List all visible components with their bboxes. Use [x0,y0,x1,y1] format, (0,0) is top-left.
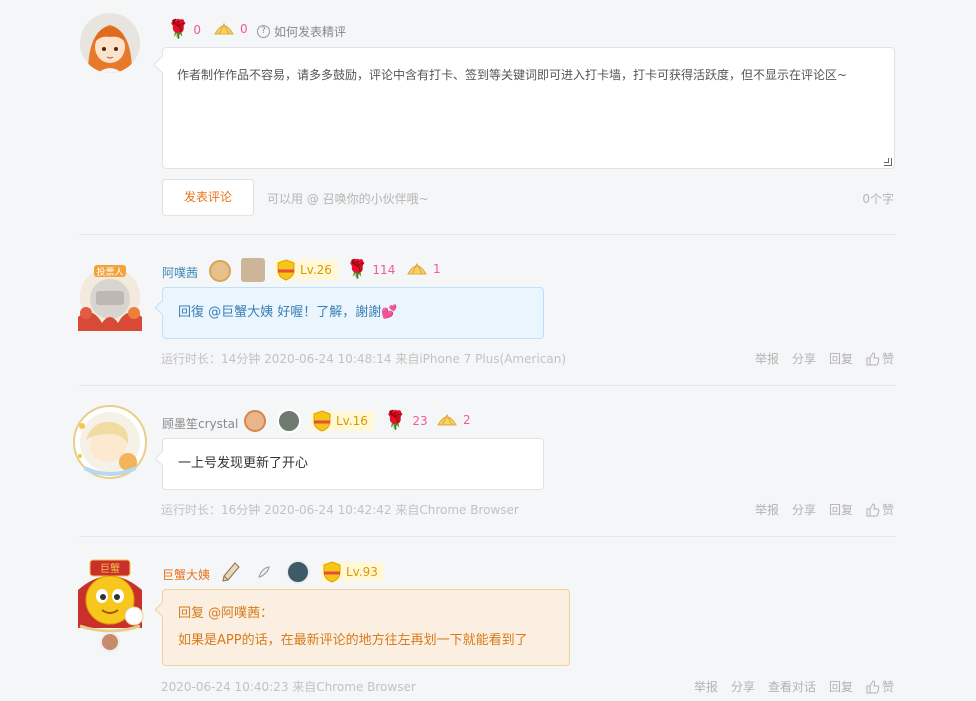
level-text: Lv.26 [300,263,332,277]
comment-meta: 运行时长：16分钟 2020-06-24 10:42:42 来自Chrome B… [161,503,519,517]
view-conversation-button[interactable]: 查看对话 [768,678,816,695]
like-label: 赞 [881,352,894,366]
comment-meta: 运行时长：14分钟 2020-06-24 10:48:14 来自iPhone 7… [161,352,567,366]
help-link[interactable]: ? 如何发表精评 [257,23,346,40]
shell-stat: 2 [436,411,471,429]
medal-badge-icon[interactable] [209,260,231,282]
comment-text: 回復 @巨蟹大姨 好喔！了解，謝謝💕 [178,305,398,320]
portrait-badge-icon[interactable] [286,560,310,584]
reply-button[interactable]: 回复 [829,350,853,367]
comment-bubble: 回复 @阿噗茜： 如果是APP的话，在最新评论的地方往左再划一下就能看到了 [162,589,570,666]
flower-stat: 🌹 23 [384,411,428,431]
rose-icon: 🌹 [384,410,407,431]
comment-text: 如果是APP的话，在最新评论的地方往左再划一下就能看到了 [178,633,528,648]
shell-icon [407,262,427,275]
resize-handle-icon[interactable] [884,158,892,166]
post-comment-button[interactable]: 发表评论 [162,179,254,216]
mention-hint: 可以用 @ 召唤你的小伙伴哦~ [267,192,429,206]
char-count: 0个字 [862,192,894,206]
report-button[interactable]: 举报 [694,678,718,695]
shell-icon [214,22,234,35]
flower-count: 23 [412,414,428,428]
level-badge: Lv.16 [310,410,374,432]
comment-bubble: 回復 @巨蟹大姨 好喔！了解，謝謝💕 [162,287,544,339]
comment-text: 一上号发现更新了开心 [178,456,309,471]
share-button[interactable]: 分享 [792,350,816,367]
medal-badge-icon[interactable] [244,410,266,432]
comment-username[interactable]: 顾墨笙crystal [162,415,238,432]
level-text: Lv.16 [336,414,368,428]
level-badge: Lv.93 [320,561,384,583]
svg-text:投票人: 投票人 [96,266,123,278]
thumbs-up-icon [866,679,880,693]
flower-count: 0 [193,23,202,37]
comment-bubble: 一上号发现更新了开心 [162,438,544,490]
flower-stat: 🌹 114 [346,260,395,280]
like-label: 赞 [881,680,894,694]
level-shield-icon [313,410,331,432]
like-button[interactable]: 赞 [866,350,894,367]
question-icon: ? [257,25,270,38]
like-label: 赞 [881,503,894,517]
reply-header: 回复 @阿噗茜： [178,606,274,621]
comment-meta: 2020-06-24 10:40:23 来自Chrome Browser [161,680,416,694]
shell-stat: 0 [213,20,248,38]
comment-username[interactable]: 巨蟹大姨 [162,566,210,583]
comment-avatar[interactable] [72,404,148,480]
reply-button[interactable]: 回复 [829,678,853,695]
shell-count: 2 [463,413,471,427]
comment-avatar[interactable]: 投票人 [72,257,148,333]
svg-text:巨蟹: 巨蟹 [100,562,120,575]
report-button[interactable]: 举报 [755,501,779,518]
portrait-badge-icon[interactable] [277,409,301,433]
shell-icon [437,413,457,426]
shell-count: 1 [433,262,441,276]
like-button[interactable]: 赞 [866,678,894,695]
flower-count: 114 [372,263,396,277]
comment-actions: 举报 分享 回复 赞 [755,350,894,367]
level-text: Lv.93 [346,565,378,579]
divider [79,385,895,386]
divider [79,234,895,235]
share-button[interactable]: 分享 [731,678,755,695]
rose-icon: 🌹 [346,259,369,280]
shell-count: 0 [240,22,248,36]
flower-stat: 🌹 0 [167,20,201,40]
thumbs-up-icon [866,351,880,365]
divider [79,536,895,537]
mini-avatar-icon[interactable] [100,632,120,652]
comment-textarea[interactable]: 作者制作作品不容易，请多多鼓励，评论中含有打卡、签到等关键词即可进入打卡墙，打卡… [162,47,895,169]
comment-username[interactable]: 阿噗茜 [162,264,198,281]
level-shield-icon [277,259,295,281]
comment-avatar[interactable]: 巨蟹 [72,558,148,634]
comment-actions: 举报 分享 查看对话 回复 赞 [694,678,894,695]
share-button[interactable]: 分享 [792,501,816,518]
feather-badge-icon[interactable] [256,564,272,580]
thumbs-up-icon [866,502,880,516]
level-shield-icon [323,561,341,583]
reply-button[interactable]: 回复 [829,501,853,518]
report-button[interactable]: 举报 [755,350,779,367]
portrait-badge-icon[interactable] [241,258,265,282]
like-button[interactable]: 赞 [866,501,894,518]
level-badge: Lv.26 [274,259,338,281]
current-user-avatar[interactable] [80,13,140,73]
comment-placeholder: 作者制作作品不容易，请多多鼓励，评论中含有打卡、签到等关键词即可进入打卡墙，打卡… [177,68,848,82]
help-label: 如何发表精评 [274,25,347,39]
rose-icon: 🌹 [167,19,190,40]
pencil-badge-icon[interactable] [221,561,241,583]
comment-actions: 举报 分享 回复 赞 [755,501,894,518]
shell-stat: 1 [406,260,441,278]
